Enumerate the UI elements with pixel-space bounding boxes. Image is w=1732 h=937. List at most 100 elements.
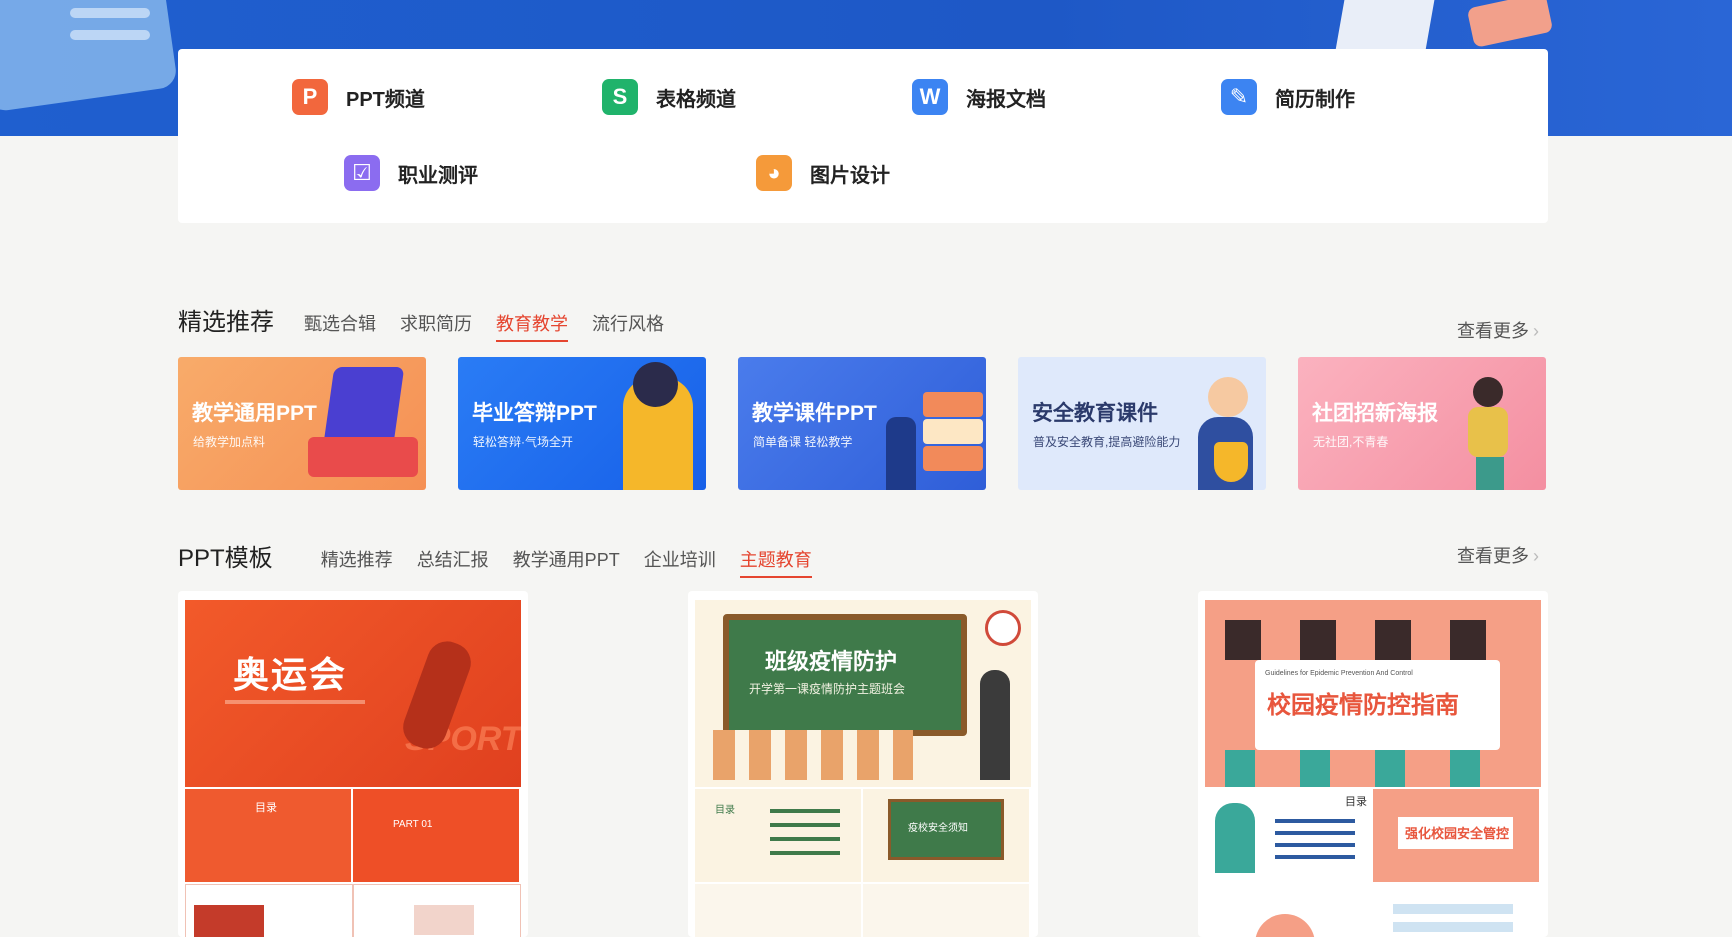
thumbnail-graphic <box>1255 914 1315 937</box>
template-card-olympics[interactable]: 奥运会 SPORT 目录 PART 01 <box>178 591 528 937</box>
illustration-head <box>633 362 678 407</box>
illustration-people <box>1225 620 1525 660</box>
thumbnail-slide <box>863 884 1029 937</box>
nav-item-spreadsheet[interactable]: S 表格频道 <box>602 79 736 115</box>
tab-popular-style[interactable]: 流行风格 <box>592 310 664 340</box>
tab-theme-education[interactable]: 主题教育 <box>739 546 812 578</box>
template-cover-slide: 班级疫情防护 开学第一课疫情防护主题班会 <box>695 600 1031 787</box>
nav-item-label: 表格频道 <box>656 88 736 111</box>
thumbnail-slide: 疫校安全须知 <box>863 789 1029 882</box>
hero-illustration <box>1466 0 1554 48</box>
featured-section-header: 精选推荐 甄选合辑 求职简历 教育教学 流行风格 <box>178 302 688 342</box>
thumbnail-slide: 目录 <box>185 789 351 882</box>
palette-icon: ◕ <box>756 155 792 191</box>
illustration-person <box>886 417 916 490</box>
illustration-doctor <box>1215 803 1255 873</box>
thumbnail-slide <box>1373 884 1539 937</box>
illustration-books <box>923 419 983 444</box>
banner-safety-education[interactable]: 安全教育课件 普及安全教育,提高避险能力 <box>1018 357 1266 490</box>
thumbnail-slide: 强化校园安全管控 <box>1373 789 1539 882</box>
nav-item-image-design[interactable]: ◕ 图片设计 <box>756 155 890 191</box>
thumbnail-label: 目录 <box>715 805 735 816</box>
section-title: 精选推荐 <box>178 309 274 336</box>
thumbnail-graphic <box>1393 904 1513 937</box>
illustration-platform <box>308 437 418 477</box>
template-card-campus-guide[interactable]: Guidelines for Epidemic Prevention And C… <box>1198 591 1548 937</box>
hero-illustration-line <box>70 30 150 40</box>
nav-item-label: 海报文档 <box>966 88 1046 111</box>
ppt-icon: P <box>292 79 328 115</box>
section-title: PPT模板 <box>178 545 273 572</box>
thumbnail-label: PART 01 <box>393 819 433 830</box>
chevron-right-icon: › <box>1533 546 1539 566</box>
thumbnail-slide <box>353 884 521 937</box>
banner-title: 教学通用PPT <box>192 402 317 425</box>
thumbnail-slide: PART 01 <box>353 789 519 882</box>
banner-title: 毕业答辩PPT <box>472 402 597 425</box>
template-card-class-epidemic[interactable]: 班级疫情防护 开学第一课疫情防护主题班会 目录 疫校安全须知 <box>688 591 1038 937</box>
nav-item-career-test[interactable]: ☑ 职业测评 <box>344 155 478 191</box>
cover-headline: 班级疫情防护 <box>765 649 898 674</box>
cover-subtitle: Guidelines for Epidemic Prevention And C… <box>1265 670 1413 677</box>
cover-headline: 校园疫情防控指南 <box>1267 692 1459 719</box>
view-more-label: 查看更多 <box>1457 546 1529 566</box>
tab-curated-collection[interactable]: 甄选合辑 <box>304 310 376 340</box>
tab-education[interactable]: 教育教学 <box>496 310 568 342</box>
ppt-section-header: PPT模板 精选推荐 总结汇报 教学通用PPT 企业培训 主题教育 <box>178 538 836 578</box>
view-more-link[interactable]: 查看更多 › <box>1457 542 1539 568</box>
thumbnail-slide <box>1205 884 1371 937</box>
thumbnail-slide: 目录 <box>695 789 861 882</box>
banner-subtitle: 无社团,不青春 <box>1313 435 1389 449</box>
nav-item-resume[interactable]: ✎ 简历制作 <box>1221 79 1355 115</box>
illustration-students <box>713 730 913 780</box>
cover-headline: 奥运会 <box>233 654 348 695</box>
banner-title: 社团招新海报 <box>1312 402 1438 425</box>
thumbnail-slide <box>695 884 861 937</box>
banner-title: 安全教育课件 <box>1032 402 1158 425</box>
illustration-person <box>1468 407 1508 457</box>
banner-subtitle: 普及安全教育,提高避险能力 <box>1033 435 1181 449</box>
thumbnail-slide: 目录 <box>1205 789 1371 882</box>
thumbnail-label: 目录 <box>1345 796 1367 808</box>
shield-icon <box>1214 442 1248 482</box>
illustration-head <box>1208 377 1248 417</box>
tab-summary-report[interactable]: 总结汇报 <box>417 546 489 576</box>
tab-featured[interactable]: 精选推荐 <box>321 546 393 576</box>
banner-subtitle: 给教学加点料 <box>193 435 266 449</box>
channel-nav-card: P PPT频道 S 表格频道 W 海报文档 ✎ 简历制作 ☑ 职业测评 ◕ 图片… <box>178 49 1548 223</box>
nav-item-poster-doc[interactable]: W 海报文档 <box>912 79 1046 115</box>
thumbnail-label: 目录 <box>255 802 277 814</box>
view-more-label: 查看更多 <box>1457 321 1529 341</box>
spreadsheet-icon: S <box>602 79 638 115</box>
banner-title: 教学课件PPT <box>752 402 877 425</box>
illustration-legs <box>1476 457 1504 490</box>
chevron-right-icon: › <box>1533 321 1539 341</box>
tab-teaching-ppt[interactable]: 教学通用PPT <box>513 546 620 576</box>
illustration-head <box>1473 377 1503 407</box>
clock-icon <box>985 610 1021 646</box>
banner-courseware[interactable]: 教学课件PPT 简单备课 轻松教学 <box>738 357 986 490</box>
thumbnail-label: 疫校安全须知 <box>908 823 968 834</box>
banner-subtitle: 轻松答辩·气场全开 <box>473 435 573 449</box>
thumbnail-graphic <box>1275 819 1355 865</box>
illustration-books <box>923 392 983 417</box>
clipboard-check-icon: ☑ <box>344 155 380 191</box>
banner-club-recruitment[interactable]: 社团招新海报 无社团,不青春 <box>1298 357 1546 490</box>
resume-icon: ✎ <box>1221 79 1257 115</box>
illustration-teacher <box>980 670 1010 780</box>
thumbnail-slide <box>185 884 353 937</box>
view-more-link[interactable]: 查看更多 › <box>1457 317 1539 343</box>
nav-item-label: 职业测评 <box>398 164 478 187</box>
banner-teaching-ppt[interactable]: 教学通用PPT 给教学加点料 <box>178 357 426 490</box>
nav-item-label: PPT频道 <box>346 88 425 111</box>
word-doc-icon: W <box>912 79 948 115</box>
hero-illustration-line <box>70 8 150 18</box>
tab-corporate-training[interactable]: 企业培训 <box>644 546 716 576</box>
template-cover-slide: Guidelines for Epidemic Prevention And C… <box>1205 600 1541 787</box>
thumbnail-graphic <box>194 905 264 937</box>
nav-item-label: 简历制作 <box>1275 88 1355 111</box>
nav-item-ppt[interactable]: P PPT频道 <box>292 79 425 115</box>
banner-graduation-defense[interactable]: 毕业答辩PPT 轻松答辩·气场全开 <box>458 357 706 490</box>
tab-resume[interactable]: 求职简历 <box>400 310 472 340</box>
nav-item-label: 图片设计 <box>810 164 890 187</box>
